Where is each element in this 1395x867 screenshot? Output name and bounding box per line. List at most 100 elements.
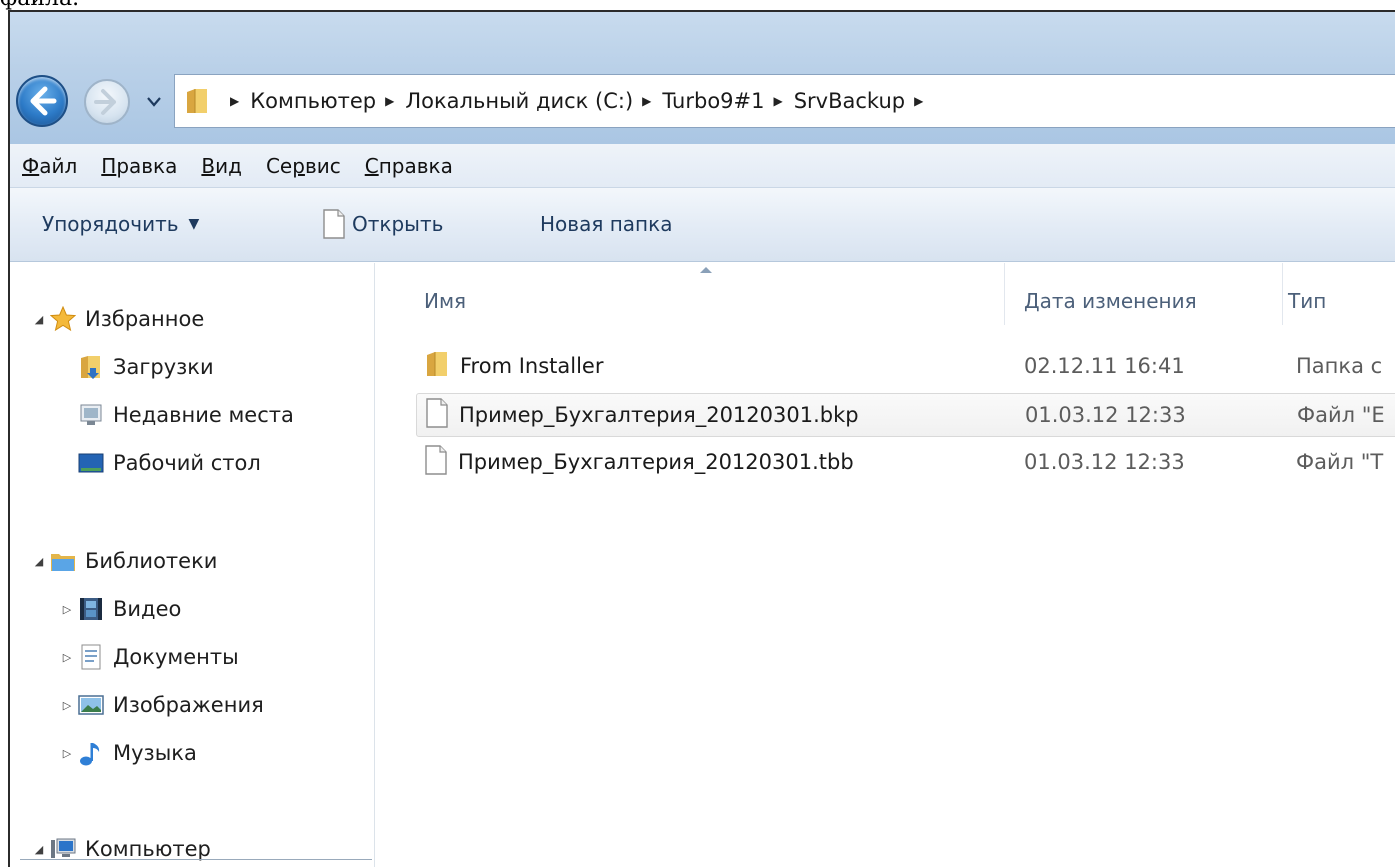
open-button[interactable]: Открыть <box>322 188 443 260</box>
nav-libraries[interactable]: ◢ Библиотеки <box>32 541 218 581</box>
file-type: Файл "Е <box>1297 403 1385 427</box>
breadcrumb-separator-icon[interactable]: ▶ <box>230 94 239 108</box>
column-header-date[interactable]: Дата изменения <box>1024 263 1197 339</box>
menu-tools-label-start: Се <box>265 153 293 178</box>
organize-button[interactable]: Упорядочить ▼ <box>42 188 199 260</box>
menu-edit-accesskey: П <box>101 153 117 178</box>
menu-tools-accesskey: р <box>292 153 305 178</box>
libraries-icon <box>50 548 76 574</box>
navigation-pane: ◢ Избранное Загрузки Недавние места Рабо… <box>10 263 375 867</box>
folder-icon <box>424 350 450 383</box>
column-header-name[interactable]: Имя <box>424 263 466 339</box>
new-folder-button[interactable]: Новая папка <box>540 188 672 260</box>
back-button[interactable] <box>16 75 68 127</box>
expanded-triangle-icon[interactable]: ◢ <box>32 843 46 856</box>
column-header-type[interactable]: Тип <box>1288 263 1326 339</box>
file-name: From Installer <box>460 354 604 378</box>
breadcrumb-separator-icon[interactable]: ▶ <box>914 94 923 108</box>
nav-favorites[interactable]: ◢ Избранное <box>32 299 204 339</box>
nav-item-video-label: Видео <box>113 597 182 621</box>
file-row[interactable]: Пример_Бухгалтерия_20120301.tbb 01.03.12… <box>416 441 1395 485</box>
folder-icon <box>187 89 207 113</box>
nav-computer-label: Компьютер <box>85 837 211 861</box>
menu-help[interactable]: Справка <box>365 154 453 178</box>
menu-tools[interactable]: Сервис <box>266 154 341 178</box>
breadcrumb-separator-icon[interactable]: ▶ <box>385 94 394 108</box>
breadcrumb-local-disk[interactable]: Локальный диск (C:) <box>405 89 633 113</box>
new-folder-label: Новая папка <box>540 212 673 236</box>
breadcrumb-separator-icon[interactable]: ▶ <box>642 94 651 108</box>
column-divider[interactable] <box>1004 263 1005 325</box>
menu-file-accesskey: Ф <box>22 153 40 178</box>
command-toolbar: Упорядочить ▼ Открыть Новая папка <box>10 188 1395 262</box>
file-type: Папка с <box>1296 354 1383 378</box>
video-icon <box>78 596 104 622</box>
menu-file-label: айл <box>39 153 78 178</box>
recent-places-icon <box>78 402 104 428</box>
column-divider[interactable] <box>1282 263 1283 325</box>
address-bar[interactable]: ▶ Компьютер ▶ Локальный диск (C:) ▶ Turb… <box>174 74 1395 128</box>
menu-bar: Файл Правка Вид Сервис Справка <box>10 144 1395 188</box>
menu-edit[interactable]: Правка <box>101 154 177 178</box>
nav-item-recent-places[interactable]: Недавние места <box>78 395 294 435</box>
nav-computer[interactable]: ◢ Компьютер <box>32 829 211 867</box>
file-name-cell: Пример_Бухгалтерия_20120301.tbb <box>424 441 1004 483</box>
title-bar: ▶ Компьютер ▶ Локальный диск (C:) ▶ Turb… <box>10 12 1395 144</box>
menu-file[interactable]: Файл <box>22 154 77 178</box>
breadcrumb-srvbackup[interactable]: SrvBackup <box>794 89 905 113</box>
nav-item-desktop[interactable]: Рабочий стол <box>78 443 261 483</box>
forward-button[interactable] <box>84 79 130 125</box>
collapsed-triangle-icon[interactable]: ▷ <box>60 603 74 616</box>
menu-tools-label-end: вис <box>304 153 341 178</box>
chevron-down-icon <box>147 97 161 107</box>
nav-item-music-label: Музыка <box>113 741 197 765</box>
nav-item-music[interactable]: ▷ Музыка <box>60 733 197 773</box>
nav-item-recent-places-label: Недавние места <box>113 403 294 427</box>
downloads-folder-icon <box>78 354 104 380</box>
menu-edit-label: равка <box>116 153 178 178</box>
expanded-triangle-icon[interactable]: ◢ <box>32 555 46 568</box>
file-icon <box>424 444 448 480</box>
file-row[interactable]: From Installer 02.12.11 16:41 Папка с <box>416 345 1395 389</box>
nav-item-video[interactable]: ▷ Видео <box>60 589 182 629</box>
breadcrumb-computer[interactable]: Компьютер <box>250 89 376 113</box>
pictures-icon <box>78 692 104 718</box>
recent-pages-dropdown[interactable] <box>146 94 162 108</box>
nav-item-documents[interactable]: ▷ Документы <box>60 637 239 677</box>
menu-view[interactable]: Вид <box>201 154 242 178</box>
chevron-down-icon: ▼ <box>188 216 200 232</box>
collapsed-triangle-icon[interactable]: ▷ <box>60 699 74 712</box>
file-icon <box>425 397 449 433</box>
desktop-icon <box>78 450 104 476</box>
menu-view-accesskey: В <box>201 153 216 178</box>
collapsed-triangle-icon[interactable]: ▷ <box>60 747 74 760</box>
sort-ascending-icon <box>700 267 712 273</box>
back-arrow-icon <box>30 86 57 116</box>
nav-libraries-label: Библиотеки <box>85 549 218 573</box>
file-list: Имя Дата изменения Тип From Installer 02… <box>376 263 1395 867</box>
file-name-cell: From Installer <box>424 345 1004 387</box>
nav-item-documents-label: Документы <box>113 645 239 669</box>
nav-item-pictures[interactable]: ▷ Изображения <box>60 685 264 725</box>
expanded-triangle-icon[interactable]: ◢ <box>32 313 46 326</box>
breadcrumb: ▶ Компьютер ▶ Локальный диск (C:) ▶ Turb… <box>221 75 934 127</box>
collapsed-triangle-icon[interactable]: ▷ <box>60 651 74 664</box>
nav-item-pictures-label: Изображения <box>113 693 264 717</box>
music-note-icon <box>78 740 104 766</box>
explorer-window: ▶ Компьютер ▶ Локальный диск (C:) ▶ Turb… <box>8 10 1395 867</box>
forward-arrow-icon <box>94 89 116 115</box>
nav-item-desktop-label: Рабочий стол <box>113 451 261 475</box>
file-date: 01.03.12 12:33 <box>1024 450 1185 474</box>
menu-help-label: правка <box>378 153 453 178</box>
file-row[interactable]: Пример_Бухгалтерия_20120301.bkp 01.03.12… <box>416 393 1395 437</box>
nav-item-downloads-label: Загрузки <box>113 355 214 379</box>
file-name: Пример_Бухгалтерия_20120301.bkp <box>459 403 859 427</box>
breadcrumb-separator-icon[interactable]: ▶ <box>773 94 782 108</box>
file-name: Пример_Бухгалтерия_20120301.tbb <box>458 450 854 474</box>
documents-icon <box>78 644 104 670</box>
nav-favorites-label: Избранное <box>85 307 205 331</box>
nav-item-downloads[interactable]: Загрузки <box>78 347 214 387</box>
breadcrumb-turbo9[interactable]: Turbo9#1 <box>662 89 764 113</box>
file-name-cell: Пример_Бухгалтерия_20120301.bkp <box>425 394 1005 436</box>
document-icon <box>323 209 345 239</box>
